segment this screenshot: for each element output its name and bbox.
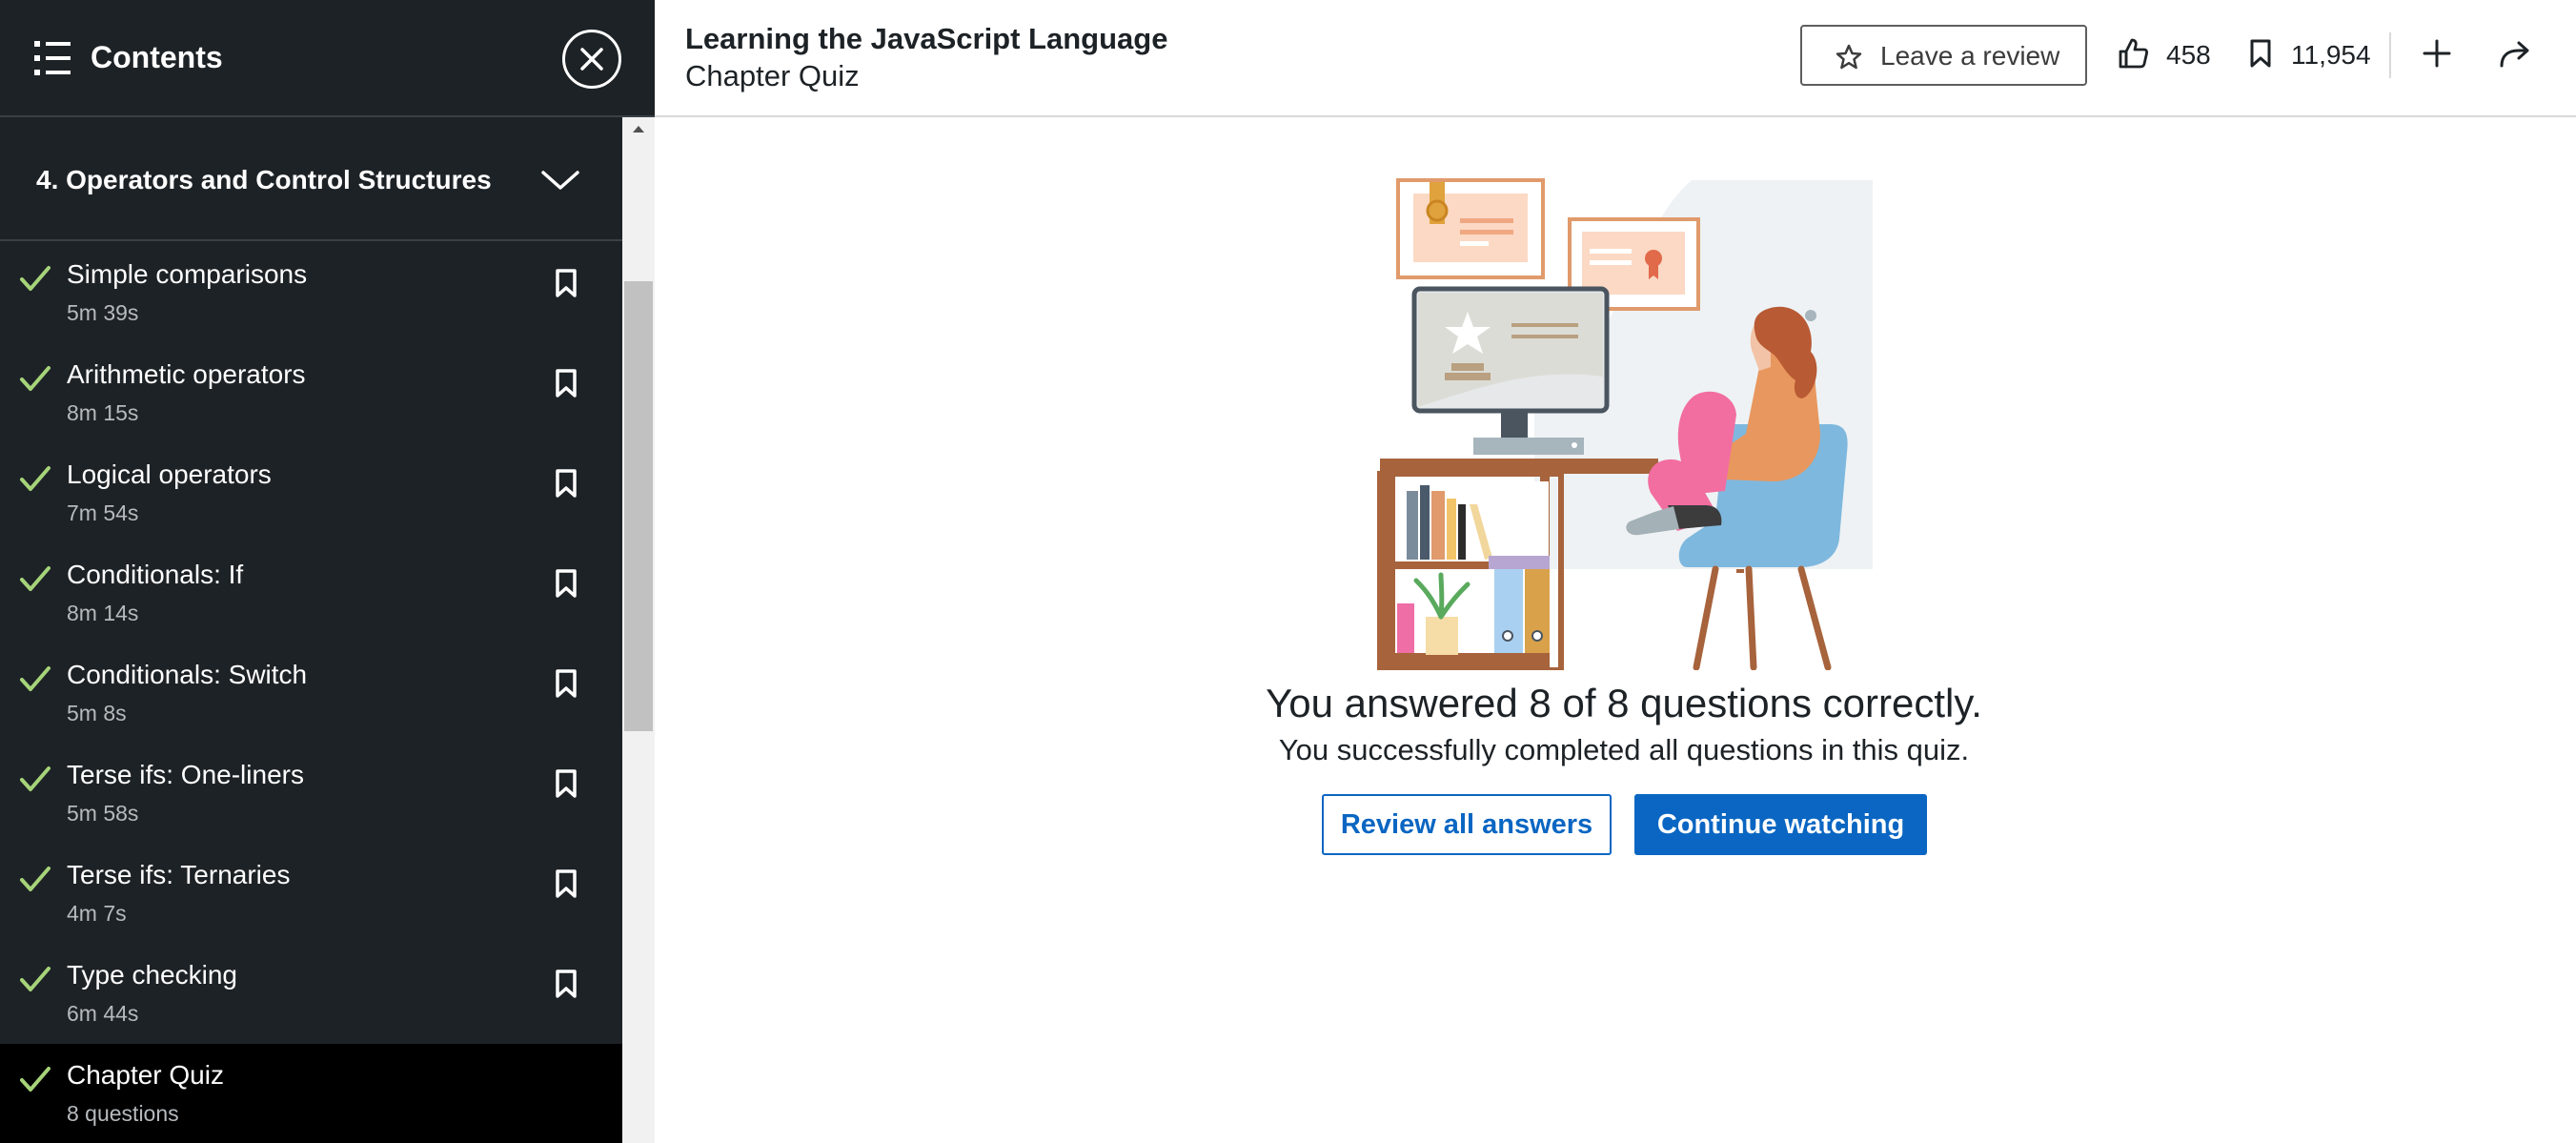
bookmark-icon[interactable] <box>553 268 579 298</box>
list-item[interactable]: Arithmetic operators 8m 15s <box>0 343 622 443</box>
quiz-complete-illustration <box>1377 178 1873 670</box>
review-all-answers-button[interactable]: Review all answers <box>1322 794 1612 855</box>
list-item[interactable]: Conditionals: If 8m 14s <box>0 543 622 643</box>
item-duration: 4m 7s <box>67 901 127 926</box>
item-duration: 5m 58s <box>67 801 139 826</box>
continue-watching-button[interactable]: Continue watching <box>1634 794 1927 855</box>
like-count: 458 <box>2166 40 2211 70</box>
bookmark-icon[interactable] <box>553 868 579 899</box>
leave-review-button[interactable]: Leave a review <box>1800 25 2087 86</box>
page-subtitle: Chapter Quiz <box>685 59 860 92</box>
bookmark-icon[interactable] <box>553 969 579 999</box>
check-icon <box>20 666 51 691</box>
course-header: Learning the JavaScript Language Chapter… <box>655 0 2576 117</box>
item-title: Terse ifs: One-liners <box>67 760 304 789</box>
list-item[interactable]: Type checking 6m 44s <box>0 944 622 1044</box>
save-count: 11,954 <box>2291 40 2371 70</box>
list-item-active[interactable]: Chapter Quiz 8 questions <box>0 1044 622 1143</box>
list-item[interactable]: Logical operators 7m 54s <box>0 443 622 543</box>
check-icon <box>20 366 51 391</box>
check-icon <box>20 766 51 791</box>
list-icon <box>34 41 71 75</box>
quiz-result-subtext: You successfully completed all questions… <box>1278 733 1970 766</box>
list-item[interactable]: Conditionals: Switch 5m 8s <box>0 643 622 744</box>
check-icon <box>20 566 51 591</box>
bookmark-icon[interactable] <box>553 468 579 499</box>
check-icon <box>20 1067 51 1092</box>
item-duration: 8m 15s <box>67 400 139 425</box>
item-duration: 8 questions <box>67 1101 179 1126</box>
sidebar-title: Contents <box>91 40 223 74</box>
item-title: Terse ifs: Ternaries <box>67 860 291 889</box>
star-icon <box>1836 44 1862 70</box>
toolbar-divider <box>2389 32 2391 78</box>
check-icon <box>20 466 51 491</box>
item-duration: 5m 39s <box>67 300 139 325</box>
item-duration: 6m 44s <box>67 1001 139 1026</box>
bookmark-icon[interactable] <box>553 368 579 398</box>
item-title: Type checking <box>67 960 237 990</box>
chevron-down-icon <box>541 171 579 190</box>
item-title: Simple comparisons <box>67 259 308 289</box>
check-icon <box>20 867 51 891</box>
quiz-result-heading: You answered 8 of 8 questions correctly. <box>1266 681 1982 725</box>
scroll-up-arrow-icon[interactable] <box>622 117 655 144</box>
item-title: Arithmetic operators <box>67 359 306 389</box>
close-sidebar-button[interactable] <box>562 30 621 89</box>
check-icon <box>20 266 51 291</box>
item-duration: 5m 8s <box>67 701 127 725</box>
chapter-section-header[interactable]: 4. Operators and Control Structures <box>0 119 622 241</box>
share-icon[interactable] <box>2498 40 2532 69</box>
leave-review-label: Leave a review <box>1880 41 2060 71</box>
list-item[interactable]: Simple comparisons 5m 39s <box>0 243 622 343</box>
add-icon[interactable] <box>2422 38 2452 69</box>
bookmark-icon[interactable] <box>2248 38 2273 69</box>
item-title: Conditionals: If <box>67 560 244 589</box>
like-icon[interactable] <box>2118 36 2150 71</box>
sidebar-header: Contents <box>0 0 655 117</box>
chapter-section-title: 4. Operators and Control Structures <box>36 165 492 194</box>
item-title: Chapter Quiz <box>67 1060 224 1090</box>
bookmark-icon[interactable] <box>553 768 579 799</box>
list-item[interactable]: Terse ifs: One-liners 5m 58s <box>0 744 622 844</box>
close-icon <box>580 48 603 71</box>
list-item[interactable]: Terse ifs: Ternaries 4m 7s <box>0 844 622 944</box>
sidebar-scrollbar[interactable] <box>622 117 655 1143</box>
bookmark-icon[interactable] <box>553 568 579 599</box>
bookmark-icon[interactable] <box>553 668 579 699</box>
item-duration: 7m 54s <box>67 500 139 525</box>
item-title: Conditionals: Switch <box>67 660 308 689</box>
item-duration: 8m 14s <box>67 601 139 625</box>
check-icon <box>20 967 51 991</box>
course-title[interactable]: Learning the JavaScript Language <box>685 21 1167 57</box>
chapter-item-list: Simple comparisons 5m 39s Arithmetic ope… <box>0 243 622 1143</box>
contents-sidebar: Contents 4. Operators and Control Struct… <box>0 0 655 1143</box>
item-title: Logical operators <box>67 459 272 489</box>
scrollbar-thumb[interactable] <box>624 281 653 731</box>
